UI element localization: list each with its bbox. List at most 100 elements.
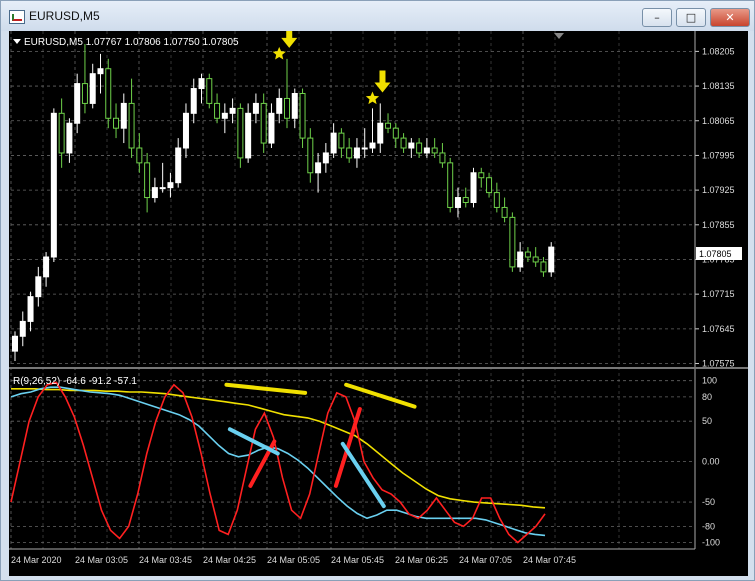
window-titlebar[interactable]: EURUSD,M5 – □ ✕ — [1, 1, 754, 31]
star-marker-icon — [272, 46, 286, 60]
candle-body — [330, 132, 337, 154]
candle-body — [322, 152, 329, 164]
candle-body — [58, 112, 65, 154]
y-tick-label: 1.07925 — [702, 185, 735, 195]
candle-body — [416, 142, 423, 154]
candle-body — [486, 177, 493, 194]
candle-body — [548, 246, 555, 273]
candle-body — [43, 256, 50, 278]
y-tick-label: 1.07715 — [702, 289, 735, 299]
candle-body — [524, 251, 531, 258]
candle-body — [392, 127, 399, 139]
candle-body — [245, 112, 252, 159]
candle-body — [252, 102, 259, 114]
indicator-panel-header: R(9,26,52) -64.6 -91.2 -57.1 — [13, 376, 137, 387]
x-tick-label: 24 Mar 07:05 — [459, 555, 512, 565]
candle-body — [423, 147, 430, 154]
y-tick-label: 1.08205 — [702, 46, 735, 56]
candle-body — [501, 206, 508, 218]
candle-body — [307, 137, 314, 174]
candle-body — [431, 147, 438, 154]
indicator-y-tick-label: 80 — [702, 392, 712, 402]
candle-body — [462, 197, 469, 204]
drawn-trend-line — [224, 382, 308, 395]
minimize-button[interactable]: – — [642, 8, 672, 27]
candle-body — [206, 78, 213, 104]
chart-grid — [10, 31, 695, 549]
candle-body — [346, 147, 353, 159]
candle-body — [120, 102, 127, 129]
price-candles — [12, 43, 555, 362]
down-arrow-icon — [281, 25, 298, 48]
candle-body — [369, 142, 376, 149]
candle-body — [353, 147, 360, 159]
candle-body — [50, 112, 57, 258]
maximize-button[interactable]: □ — [676, 8, 706, 27]
star-marker-icon — [365, 91, 380, 105]
candle-body — [66, 122, 73, 154]
candle-body — [509, 216, 516, 268]
candle-body — [237, 107, 244, 159]
chart-shift-icon[interactable] — [554, 33, 564, 39]
candle-body — [377, 122, 384, 144]
candle-body — [517, 251, 524, 268]
x-tick-label: 24 Mar 2020 — [11, 555, 62, 565]
candle-body — [268, 112, 275, 144]
indicator-y-tick-label: 100 — [702, 376, 717, 386]
candle-body — [128, 102, 135, 149]
candle-body — [493, 192, 500, 208]
x-tick-label: 24 Mar 04:25 — [203, 555, 256, 565]
candle-body — [136, 147, 143, 164]
x-tick-label: 24 Mar 03:45 — [139, 555, 192, 565]
indicator-y-tick-label: 50 — [702, 416, 712, 426]
candle-body — [291, 93, 298, 119]
close-button[interactable]: ✕ — [710, 8, 750, 27]
x-tick-label: 24 Mar 03:05 — [75, 555, 128, 565]
candle-body — [74, 83, 81, 124]
chart-area[interactable]: 24 Mar 2020 24 Mar 03:05 24 Mar 03:45 24 Ma… — [9, 25, 748, 576]
candle-body — [214, 102, 221, 119]
annotation-arrows — [281, 25, 391, 93]
candle-body — [400, 137, 407, 149]
candle-body — [439, 152, 446, 164]
candle-body — [35, 276, 42, 298]
candle-body — [182, 112, 189, 149]
chart-canvas: 24 Mar 2020 24 Mar 03:05 24 Mar 03:45 24 Ma… — [9, 25, 748, 565]
indicator-y-tick-label: -100 — [702, 538, 720, 548]
indicator-y-tick-label: -80 — [702, 521, 715, 531]
candle-body — [532, 256, 539, 263]
candle-body — [260, 102, 267, 144]
window-title: EURUSD,M5 — [29, 9, 100, 23]
current-price-label: 1.07805 — [699, 249, 732, 259]
y-tick-label: 1.08135 — [702, 81, 735, 91]
candle-body — [276, 97, 283, 114]
main-panel-header: EURUSD,M5 1.07767 1.07806 1.07750 1.0780… — [24, 37, 239, 48]
candle-body — [408, 142, 415, 149]
candle-body — [470, 172, 477, 203]
candle-body — [540, 261, 547, 273]
candle-body — [284, 97, 290, 119]
indicator-lines — [10, 381, 546, 544]
panel-separator[interactable] — [9, 367, 748, 369]
candle-body — [167, 182, 174, 189]
y-tick-label: 1.07645 — [702, 324, 735, 334]
candle-body — [12, 335, 18, 352]
candle-body — [361, 147, 368, 150]
candle-body — [159, 187, 166, 190]
candle-body — [144, 162, 151, 199]
candle-body — [175, 147, 182, 184]
candle-body — [198, 78, 205, 90]
down-arrow-icon — [374, 70, 391, 93]
candle-body — [89, 73, 96, 104]
candle-body — [315, 162, 322, 174]
candle-body — [27, 296, 34, 322]
chart-window-icon — [9, 10, 25, 24]
x-tick-label: 24 Mar 07:45 — [523, 555, 576, 565]
chart-menu-icon[interactable] — [13, 39, 21, 44]
drawn-trend-line — [333, 407, 362, 488]
terminal-window: EURUSD,M5 – □ ✕ 24 Mar 2020 24 Mar 03:05 2… — [0, 0, 755, 581]
y-tick-label: 1.07855 — [702, 220, 735, 230]
x-tick-label: 24 Mar 05:05 — [267, 555, 320, 565]
candle-body — [338, 132, 345, 149]
candle-body — [478, 172, 485, 179]
